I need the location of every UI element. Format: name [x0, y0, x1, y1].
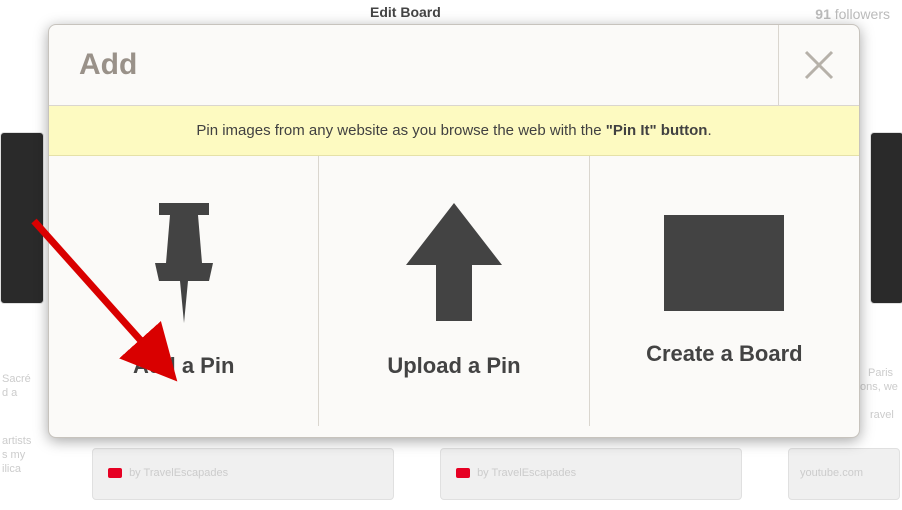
byline-text: by TravelEscapades — [477, 467, 576, 479]
byline-text: by TravelEscapades — [129, 467, 228, 479]
info-text-prefix: Pin images from any website as you brows… — [196, 122, 605, 139]
bg-text-4: s my — [2, 448, 25, 462]
add-a-pin-label: Add a Pin — [133, 353, 234, 379]
youtube-icon — [456, 468, 470, 478]
modal-header: Add — [49, 25, 859, 106]
upload-arrow-icon — [404, 203, 504, 323]
info-bar: Pin images from any website as you brows… — [49, 106, 859, 156]
add-modal: Add Pin images from any website as you b… — [48, 24, 860, 438]
bg-right-3: ravel — [870, 408, 894, 422]
modal-options: Add a Pin Upload a Pin Create a Board — [49, 156, 859, 426]
info-text-bold: "Pin It" button — [606, 122, 708, 139]
bg-byline-2: by TravelEscapades — [456, 466, 576, 480]
upload-a-pin-label: Upload a Pin — [387, 353, 520, 379]
bg-byline-1: by TravelEscapades — [108, 466, 228, 480]
info-text-suffix: . — [707, 122, 711, 139]
followers-label: followers — [835, 6, 890, 22]
bg-card-left — [0, 132, 44, 304]
create-a-board-option[interactable]: Create a Board — [590, 156, 859, 426]
create-a-board-label: Create a Board — [646, 341, 803, 367]
followers-number: 91 — [815, 6, 831, 22]
bg-domain: youtube.com — [800, 466, 863, 480]
bg-text-5: ilica — [2, 462, 21, 476]
close-icon — [802, 48, 836, 82]
close-button[interactable] — [778, 25, 859, 105]
bg-right-1: Paris — [868, 366, 893, 380]
followers-count: 91 followers — [815, 6, 890, 22]
bg-right-2: ons, we — [860, 380, 898, 394]
upload-a-pin-option[interactable]: Upload a Pin — [319, 156, 589, 426]
bg-text-2: d a — [2, 386, 17, 400]
youtube-icon — [108, 468, 122, 478]
board-icon — [664, 215, 784, 311]
bg-text-3: artists — [2, 434, 31, 448]
bg-text-sacre: Sacré — [2, 372, 31, 386]
edit-board-button[interactable]: Edit Board — [370, 4, 441, 20]
bg-card-right — [870, 132, 902, 304]
pin-icon — [149, 203, 219, 323]
modal-title: Add — [49, 48, 778, 82]
add-a-pin-option[interactable]: Add a Pin — [49, 156, 319, 426]
